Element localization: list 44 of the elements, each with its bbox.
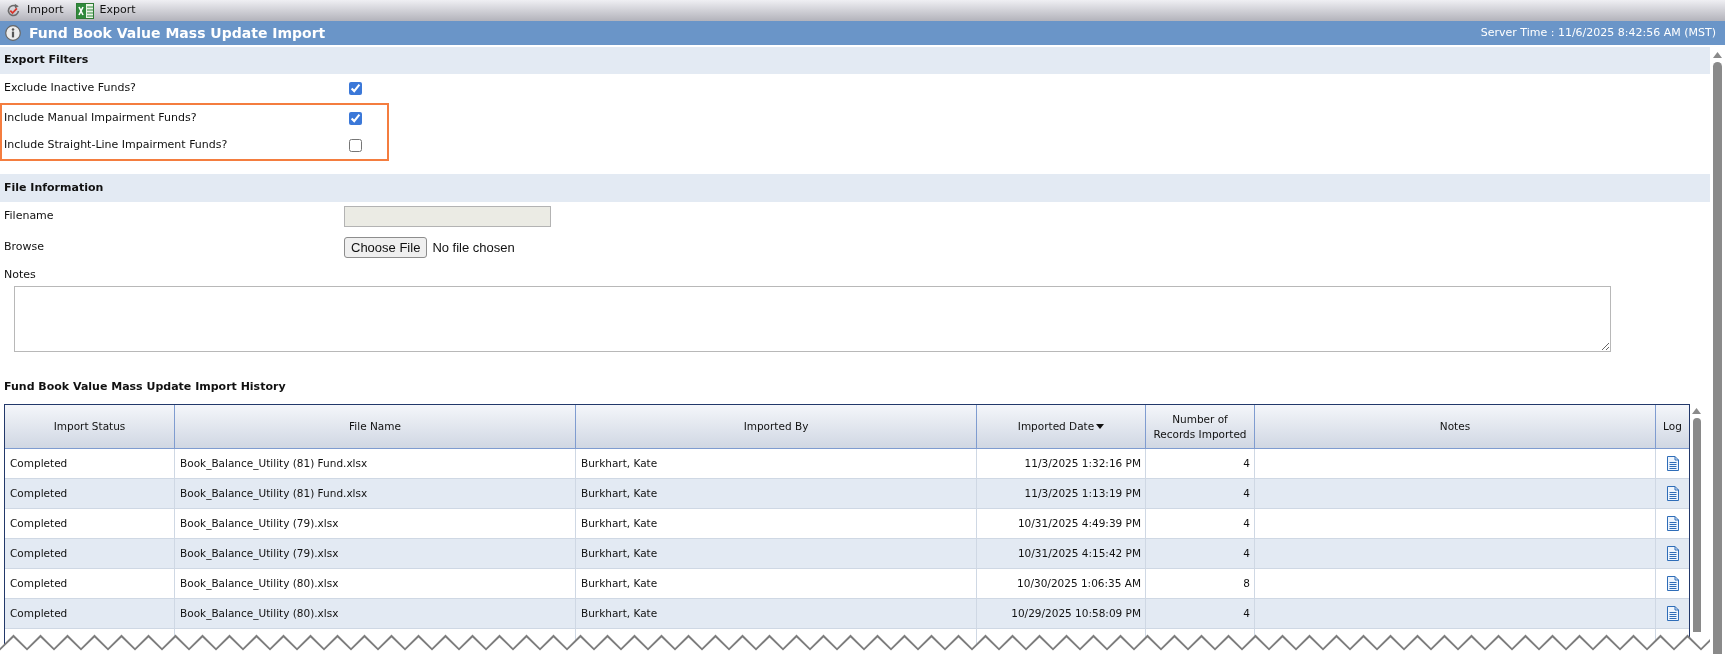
scroll-up-icon[interactable]	[1713, 52, 1722, 58]
info-icon	[5, 25, 21, 41]
column-header[interactable]: Log	[1656, 405, 1689, 449]
document-icon[interactable]	[1666, 546, 1679, 562]
document-icon[interactable]	[1666, 486, 1679, 502]
scrollbar-thumb[interactable]	[1713, 62, 1722, 654]
toolbar-button[interactable]: Import	[5, 1, 65, 20]
section-header: Export Filters	[0, 47, 1710, 74]
table-cell: 4	[1146, 599, 1255, 629]
column-header[interactable]: Number of Records Imported	[1146, 405, 1255, 449]
column-header[interactable]: Notes	[1255, 405, 1656, 449]
document-icon[interactable]	[1666, 456, 1679, 472]
toolbar-button[interactable]: Export	[74, 1, 137, 20]
checkbox[interactable]	[349, 82, 362, 95]
filter-label: Exclude Inactive Funds?	[3, 80, 137, 97]
page-title: Fund Book Value Mass Update Import	[29, 23, 326, 43]
refresh-check-icon	[6, 3, 21, 18]
section-header: File Information	[0, 174, 1710, 202]
table-title: Fund Book Value Mass Update Import History	[3, 380, 287, 394]
document-icon[interactable]	[1666, 576, 1679, 592]
column-header[interactable]: Imported By	[576, 405, 977, 449]
document-icon[interactable]	[1666, 606, 1679, 622]
field-label: Filename	[3, 208, 55, 225]
document-icon[interactable]	[1666, 516, 1679, 532]
spreadsheet-icon	[75, 2, 94, 19]
column-header[interactable]: Imported Date	[977, 405, 1146, 449]
filter-label: Include Manual Impairment Funds?	[3, 110, 198, 127]
scrollbar-thumb[interactable]	[1692, 418, 1701, 632]
column-header[interactable]: File Name	[175, 405, 576, 449]
table-cell: Book_Balance_Utility (80).xlsx	[175, 599, 576, 629]
file-status-text: No file chosen	[432, 238, 515, 257]
column-header[interactable]: Import Status	[5, 405, 175, 449]
filter-label: Include Straight-Line Impairment Funds?	[3, 137, 229, 154]
server-time: Server Time : 11/6/2025 8:42:56 AM (MST)	[1480, 24, 1716, 41]
notes-field[interactable]	[14, 286, 1611, 352]
checkbox[interactable]	[349, 112, 362, 125]
table-cell: Burkhart, Kate	[576, 599, 977, 629]
field-label: Notes	[3, 266, 36, 283]
scroll-up-icon[interactable]	[1692, 408, 1701, 414]
choose-file-button[interactable]: Choose File	[344, 237, 428, 258]
table-cell: 10/29/2025 10:58:09 PM	[977, 599, 1146, 629]
field-label: Browse	[3, 239, 46, 256]
checkbox[interactable]	[349, 139, 362, 152]
table-cell: Completed	[5, 599, 175, 629]
